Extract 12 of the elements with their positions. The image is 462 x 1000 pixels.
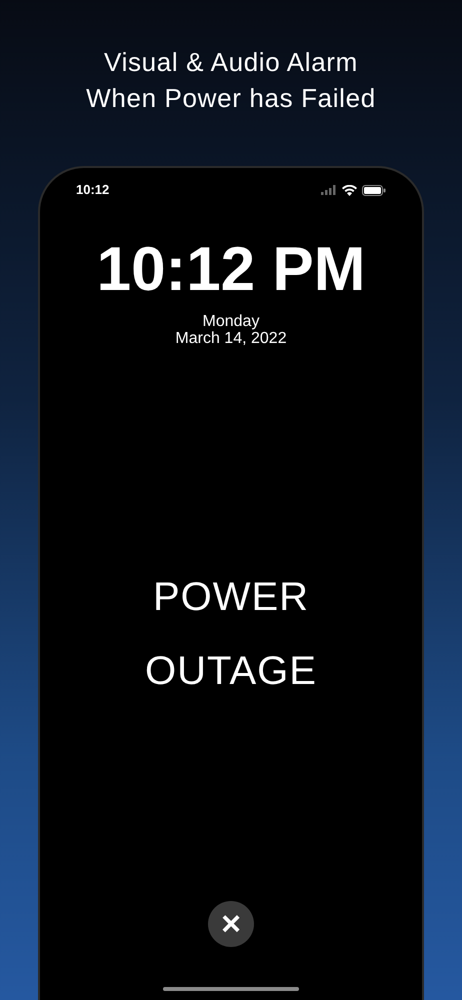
- clock-time: 10:12 PM: [96, 238, 366, 302]
- signal-icon: [321, 185, 337, 195]
- caption-line: Visual & Audio Alarm: [104, 46, 358, 79]
- status-time: 10:12: [76, 181, 110, 200]
- alert-text: POWER: [152, 574, 310, 621]
- close-button[interactable]: ×: [208, 901, 254, 947]
- caption-line: When Power has Failed: [86, 82, 376, 115]
- clock-date: March 14, 2022: [175, 330, 287, 347]
- alert-text: OUTAGE: [145, 648, 317, 695]
- clock-day: Monday: [202, 313, 260, 330]
- wifi-icon: [342, 184, 357, 196]
- battery-icon: [362, 184, 386, 196]
